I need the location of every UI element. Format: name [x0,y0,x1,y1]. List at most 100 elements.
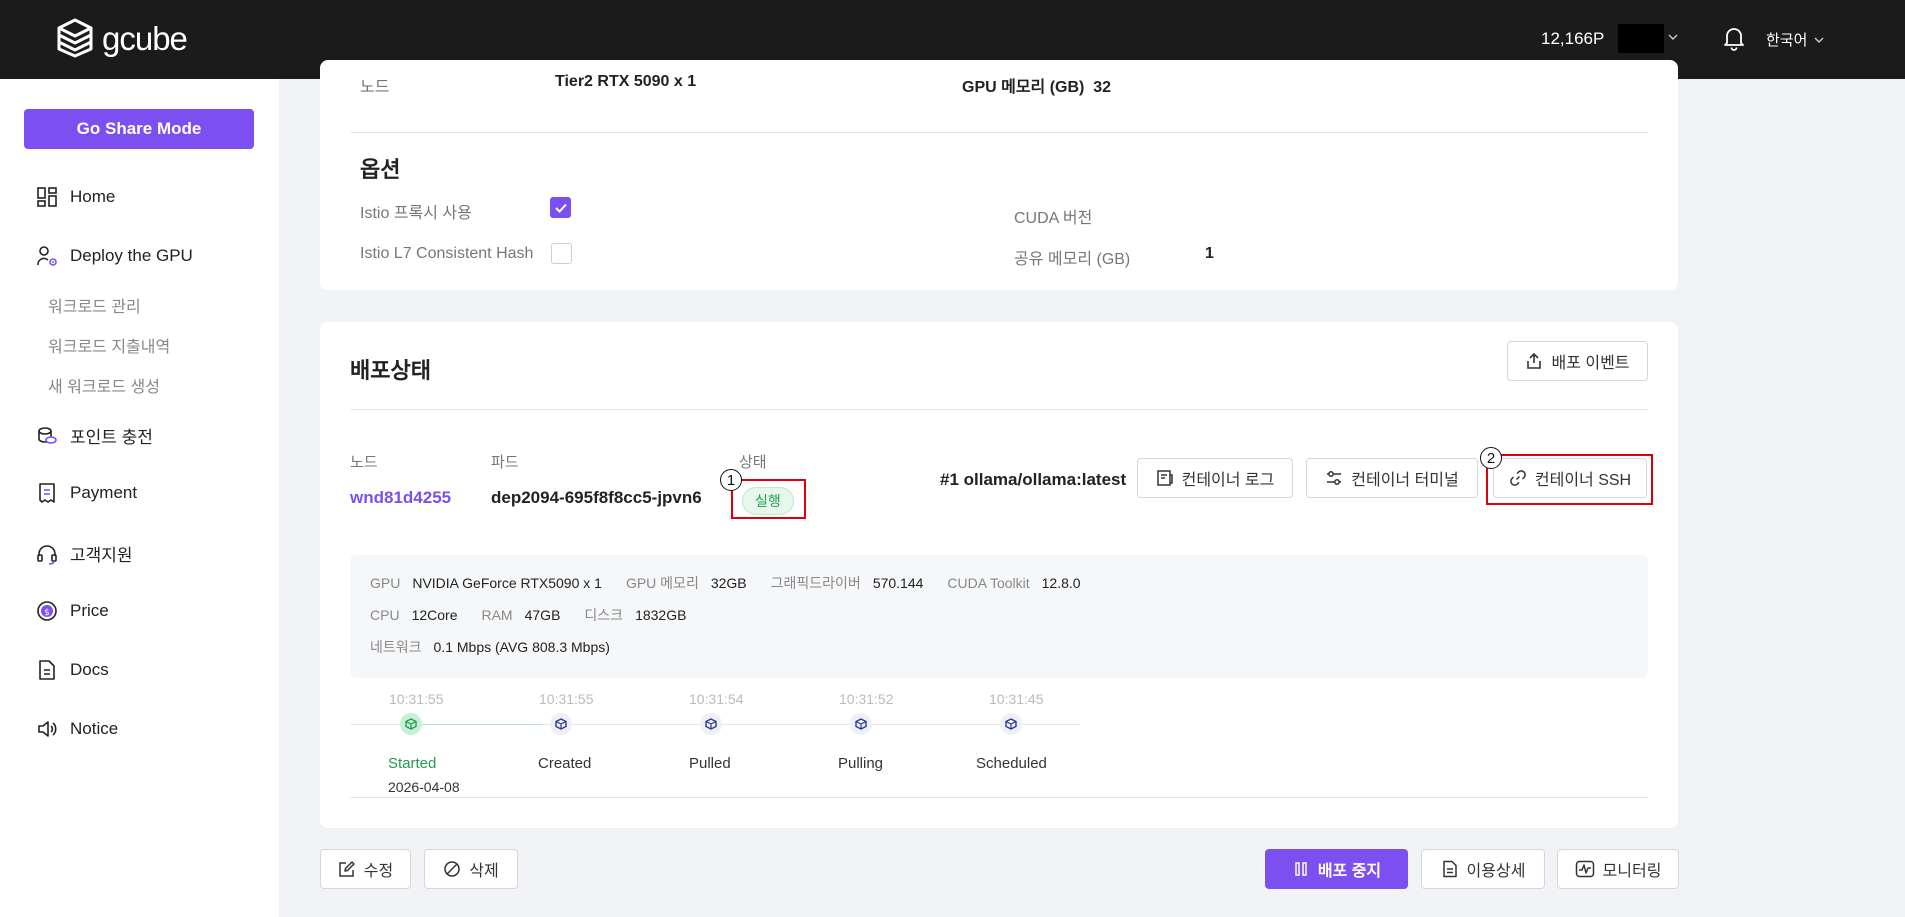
node-header: 노드 [350,454,378,471]
log-icon [1156,469,1174,487]
sidebar-subitem-workload-manage[interactable]: 워크로드 관리 [48,293,141,317]
headset-icon [36,543,58,565]
delete-button[interactable]: 삭제 [424,849,518,889]
user-gear-icon [36,245,58,267]
bell-icon[interactable] [1722,25,1746,51]
pod-name: dep2094-695f8f8cc5-jpvn6 [491,488,702,507]
logo[interactable]: gcube [56,18,188,58]
usage-details-button[interactable]: 이용상세 [1421,849,1545,889]
language-select[interactable]: 한국어 [1766,29,1825,50]
sidebar-item-label: 포인트 충전 [70,428,153,447]
cpu-value: 12Core [411,607,458,623]
timeline-label: Created [538,755,592,772]
receipt-icon [36,482,58,504]
document-icon [36,659,58,681]
sidebar-item-label: Notice [70,719,119,738]
spec-node-label: 노드 [360,79,390,96]
cube-icon [1005,718,1017,730]
sidebar-item-price[interactable]: $ Price [36,600,109,622]
timeline-dot [550,713,572,735]
annotation-box-1 [731,479,806,519]
deploy-status-title: 배포상태 [350,358,431,383]
network-key: 네트워크 [370,639,422,655]
stop-deploy-button[interactable]: 배포 중지 [1265,849,1408,889]
sidebar-item-deploy-gpu[interactable]: Deploy the GPU [36,245,193,267]
timeline-time: 10:31:55 [389,691,444,707]
pause-icon [1292,860,1310,878]
gpu-key: GPU [370,575,401,591]
container-log-button[interactable]: 컨테이너 로그 [1137,458,1293,498]
annotation-box-2 [1486,454,1653,505]
istio-proxy-label: Istio 프록시 사용 [360,205,472,222]
sidebar-item-point-charge[interactable]: 포인트 충전 [36,423,153,448]
ban-icon [443,860,461,878]
usage-details-label: 이용상세 [1466,863,1526,880]
sidebar-subitem-workload-spending[interactable]: 워크로드 지출내역 [48,333,170,357]
gpu-value: NVIDIA GeForce RTX5090 x 1 [412,575,602,591]
sidebar-item-notice[interactable]: Notice [36,718,118,740]
container-terminal-label: 컨테이너 터미널 [1351,472,1459,489]
istio-proxy-checkbox[interactable] [550,197,571,218]
container-log-label: 컨테이너 로그 [1181,472,1275,489]
timeline-label: Pulled [689,755,731,772]
stop-deploy-label: 배포 중지 [1317,863,1382,880]
chevron-down-icon [1813,35,1825,45]
divider [350,132,1648,133]
points-balance: 12,166P [1541,29,1605,48]
sidebar-subitem-new-workload[interactable]: 새 워크로드 생성 [48,373,160,397]
sidebar-item-payment[interactable]: Payment [36,482,137,504]
gpu-memory-key: GPU 메모리 [625,575,699,591]
delete-label: 삭제 [469,863,499,880]
spec-gpu-memory: GPU 메모리 (GB) 32 [962,73,1111,97]
spec-gpu-memory-value: 32 [1093,79,1112,96]
shared-memory-value: 1 [1205,245,1214,262]
shared-memory-label: 공유 메모리 (GB) [1014,251,1131,268]
monitoring-button[interactable]: 모니터링 [1557,849,1679,889]
driver-key: 그래픽드라이버 [770,575,861,591]
cube-icon [555,718,567,730]
sidebar-item-label: Home [70,187,116,206]
cube-icon [405,718,417,730]
sidebar-item-home[interactable]: Home [36,186,115,208]
timeline-dot [1000,713,1022,735]
sidebar-item-label: 고객지원 [70,546,133,565]
document-icon [1441,860,1459,878]
svg-text:$: $ [44,608,50,618]
ram-key: RAM [481,607,513,623]
annotation-number-2: 2 [1480,447,1502,469]
user-menu[interactable] [1618,24,1664,53]
edit-icon [338,860,356,878]
gpu-memory-value: 32GB [710,575,747,591]
timeline-dot [850,713,872,735]
annotation-number-1: 1 [720,469,742,491]
ram-value: 47GB [524,607,561,623]
container-terminal-button[interactable]: 컨테이너 터미널 [1306,458,1478,498]
deploy-events-button[interactable]: 배포 이벤트 [1507,341,1648,381]
speaker-icon [36,718,58,740]
disk-key: 디스크 [584,607,624,623]
cuda-version-label: CUDA 버전 [1014,210,1093,227]
timeline-label: Scheduled [976,755,1047,772]
sidebar-item-label: Payment [70,483,138,502]
sidebar-item-support[interactable]: 고객지원 [36,541,133,566]
driver-value: 570.144 [872,575,924,591]
logo-text: gcube [102,19,188,57]
share-upload-icon [1525,352,1543,370]
timeline-dot [700,713,722,735]
options-title: 옵션 [360,157,401,182]
sidebar-item-docs[interactable]: Docs [36,659,109,681]
cuda-toolkit-value: 12.8.0 [1041,575,1081,591]
cube-logo-icon [56,18,94,58]
divider [350,409,1648,410]
edit-button[interactable]: 수정 [320,849,411,889]
timeline-time: 10:31:52 [839,691,894,707]
timeline-date: 2026-04-08 [388,779,460,795]
node-link[interactable]: wnd81d4255 [350,488,451,508]
divider [350,797,1648,798]
check-icon [554,202,568,214]
sidebar: Go Share Mode Home Deploy the GPU 워크로드 관… [0,79,279,917]
coins-icon [36,425,58,447]
go-share-mode-button[interactable]: Go Share Mode [24,109,254,149]
istio-l7-checkbox[interactable] [551,243,572,264]
chevron-down-icon[interactable] [1667,32,1679,42]
